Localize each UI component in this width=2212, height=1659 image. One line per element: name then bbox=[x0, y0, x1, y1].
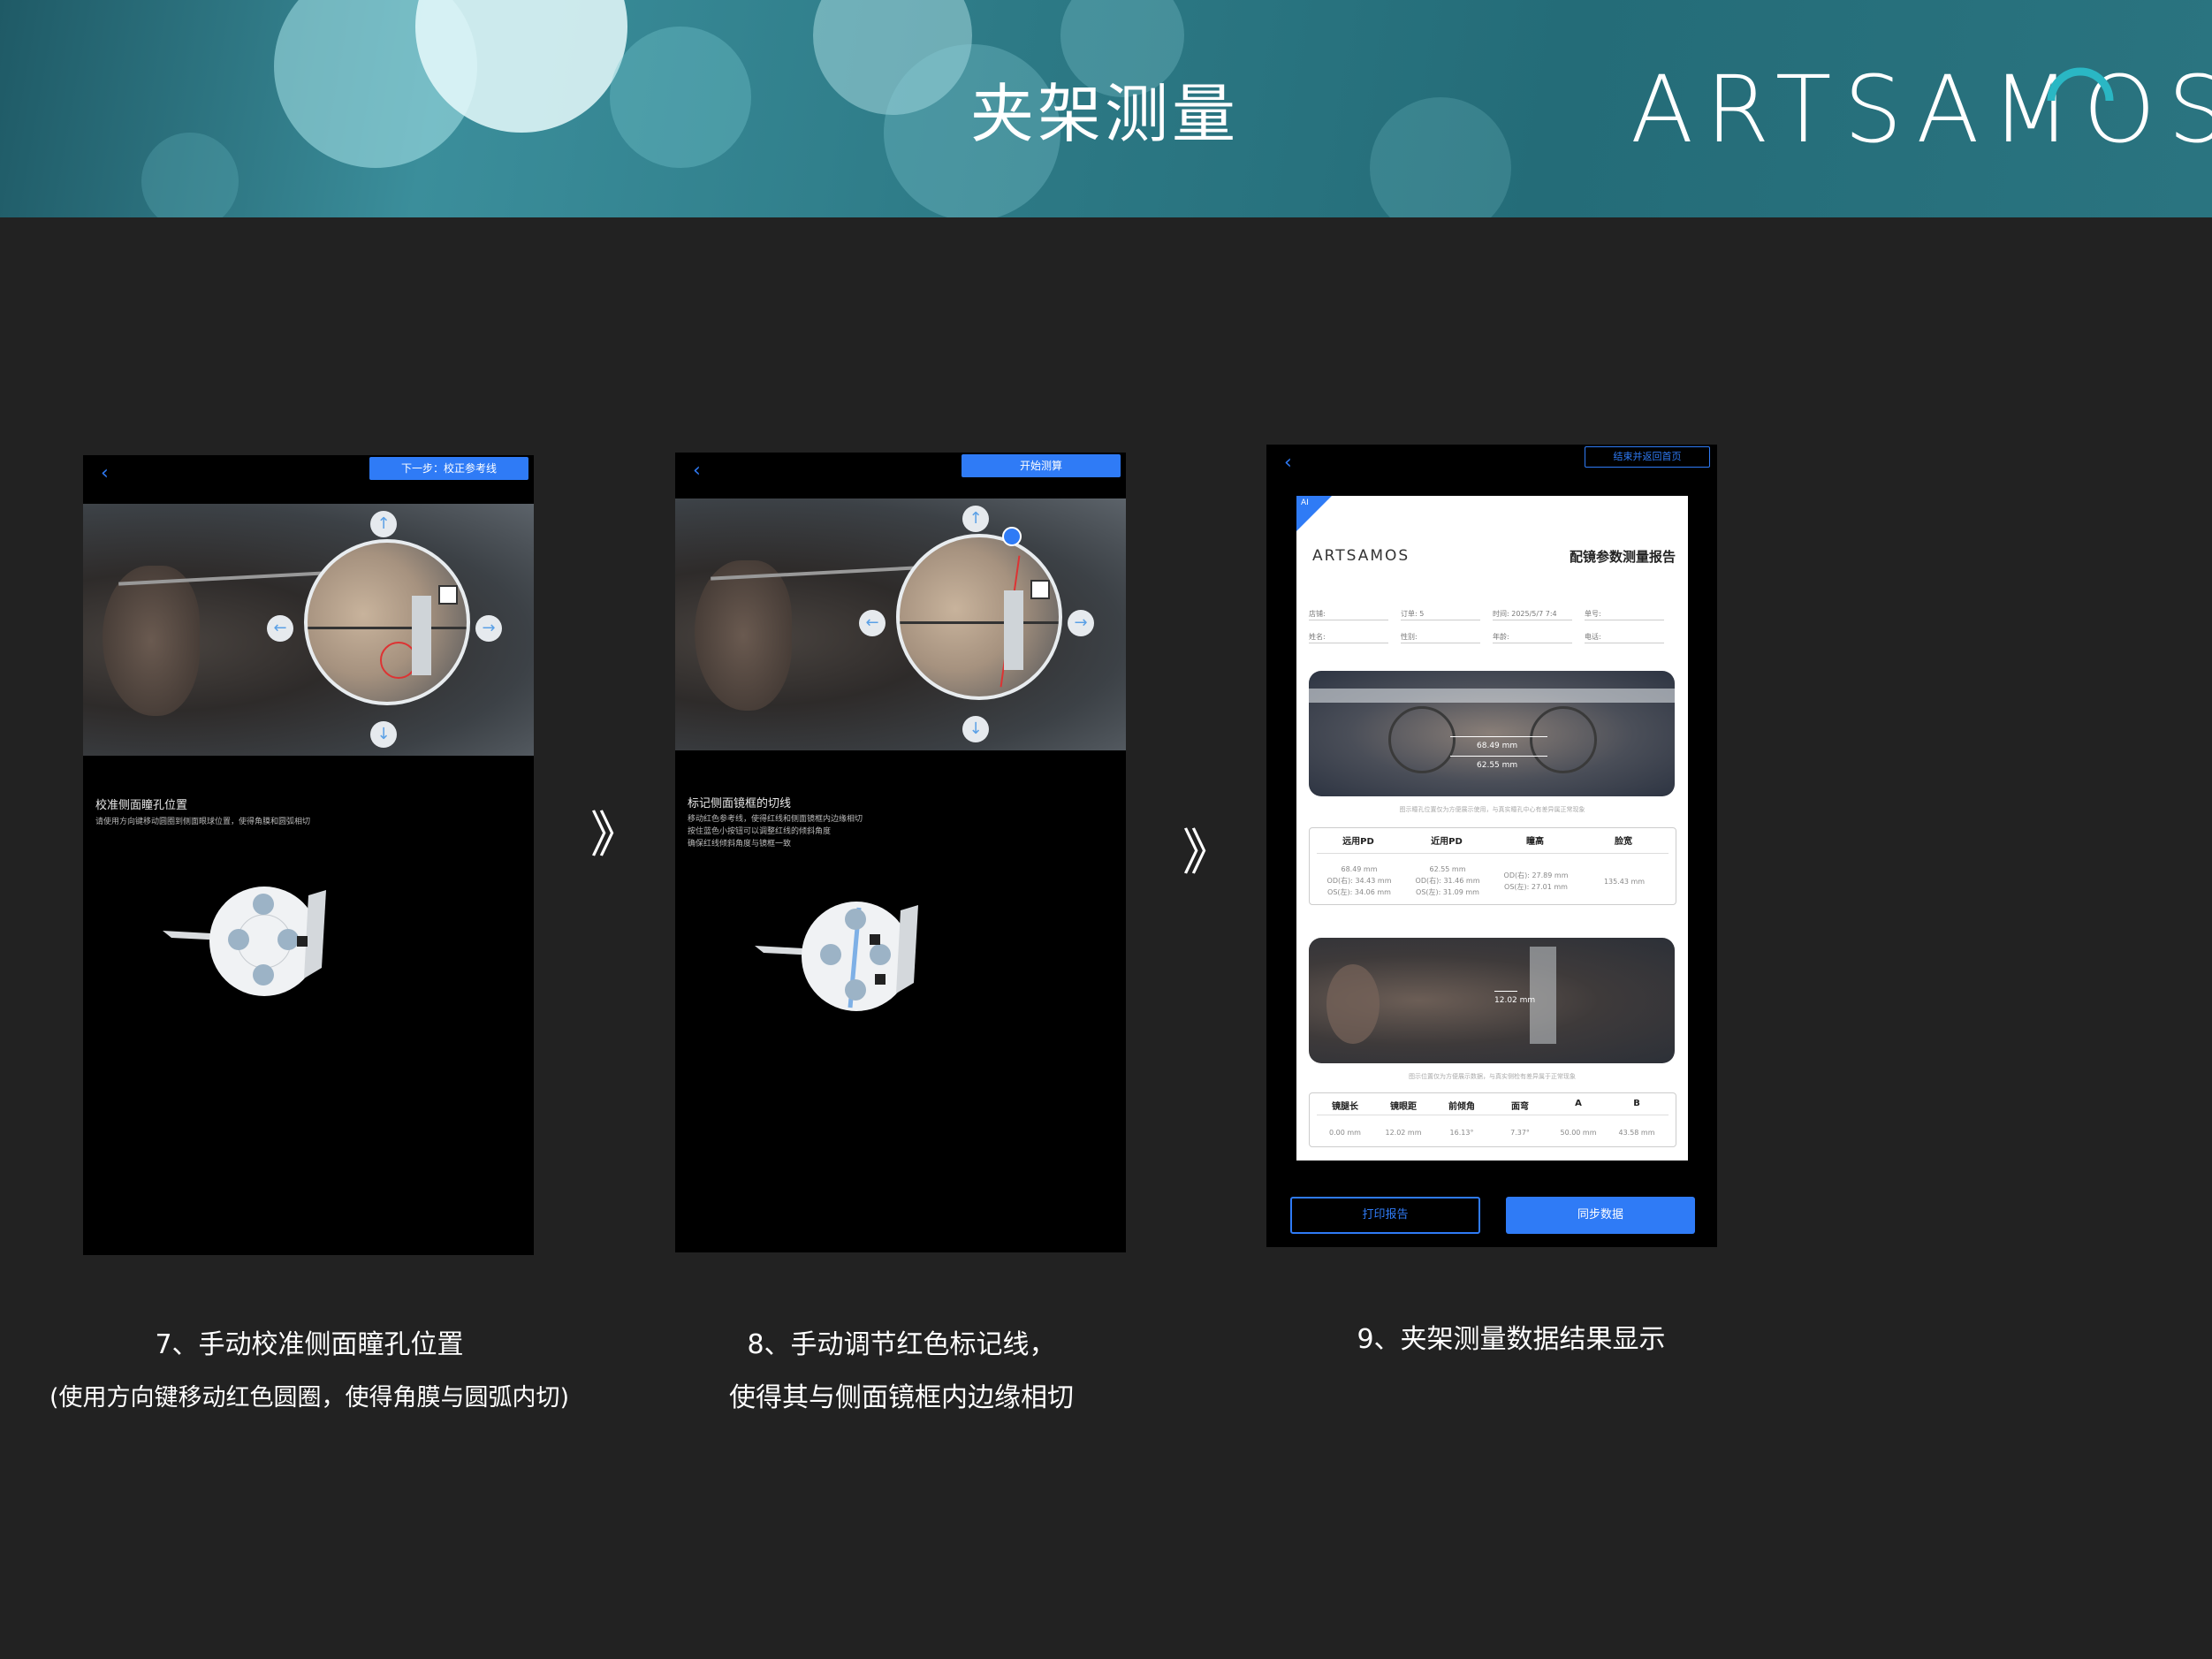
step7-caption: 7、手动校准侧面瞳孔位置 (使用方向键移动红色圆圈，使得角膜与圆弧内切) bbox=[35, 1319, 583, 1425]
start-calculate-button[interactable]: 开始测算 bbox=[962, 454, 1121, 477]
magnifier-loupe[interactable] bbox=[304, 539, 470, 705]
move-down-button[interactable]: ↓ bbox=[370, 721, 397, 748]
step9-caption: 9、夹架测量数据结果显示 bbox=[1357, 1324, 1666, 1355]
number-label: 单号: bbox=[1585, 610, 1601, 618]
step8-caption-line2: 使得其与侧面镜框内边缘相切 bbox=[729, 1382, 1074, 1413]
side-distance-label: 12.02 mm bbox=[1494, 996, 1536, 1005]
pupil-height-cell: OD(右): 27.89 mm OS(左): 27.01 mm bbox=[1503, 871, 1569, 891]
move-right-button[interactable]: → bbox=[1068, 610, 1094, 636]
step8-caption: 8、手动调节红色标记线， 使得其与侧面镜框内边缘相切 bbox=[619, 1319, 1184, 1425]
order-value: 5 bbox=[1419, 610, 1425, 618]
frame-value-b: 43.58 mm bbox=[1618, 1129, 1655, 1137]
age-label: 年龄: bbox=[1493, 633, 1509, 641]
side-tangent-diagram bbox=[755, 902, 918, 1011]
step9-screen: ‹ 结束并返回首页 AI ARTSAMOS 配镜参数测量报告 店铺: 订单: 5… bbox=[1266, 445, 1717, 1247]
side-calibration-diagram bbox=[163, 887, 326, 996]
far-pd-label: 68.49 mm bbox=[1477, 742, 1518, 750]
step8-title: 标记侧面镜框的切线 bbox=[688, 797, 792, 810]
step8-screen: ‹ 开始测算 ↑ ↓ ← → 标记侧面镜框的切线 移动红色参考线，使得红线和侧面… bbox=[675, 453, 1126, 1252]
frame-header-vertex: 镜眼距 bbox=[1390, 1102, 1417, 1112]
back-chevron-icon[interactable]: ‹ bbox=[101, 462, 109, 484]
pd-header-far: 远用PD bbox=[1342, 837, 1374, 847]
frame-value-a: 50.00 mm bbox=[1560, 1129, 1597, 1137]
frame-header-a: A bbox=[1575, 1099, 1582, 1108]
logo-accent-icon bbox=[2047, 67, 2114, 102]
step7-description: 请使用方向键移动圆圈到侧面眼球位置，使得角膜和圆弧相切 bbox=[95, 818, 311, 826]
side-face-photo: ↑ ↓ ← → bbox=[675, 498, 1126, 750]
artsamos-logo: ARTSAMOS bbox=[1630, 64, 2212, 156]
move-up-button[interactable]: ↑ bbox=[370, 511, 397, 537]
report-form-row2: 姓名: 性别: 年龄: 电话: bbox=[1309, 632, 1676, 646]
pd-header-height: 瞳高 bbox=[1526, 837, 1544, 847]
frame-value-temple: 0.00 mm bbox=[1329, 1129, 1361, 1137]
move-left-button[interactable]: ← bbox=[859, 610, 886, 636]
name-label: 姓名: bbox=[1309, 633, 1326, 641]
store-label: 店铺: bbox=[1309, 610, 1326, 618]
header-banner: 夹架测量 ARTSAMOS bbox=[0, 0, 2212, 217]
step7-title: 校准侧面瞳孔位置 bbox=[95, 799, 188, 812]
ai-badge-label: AI bbox=[1301, 498, 1309, 507]
time-label: 时间: bbox=[1493, 610, 1509, 618]
near-pd-label: 62.55 mm bbox=[1477, 761, 1518, 770]
frame-header-temple: 镜腿长 bbox=[1332, 1102, 1358, 1112]
frame-value-tilt: 16.13° bbox=[1449, 1129, 1474, 1137]
face-width-cell: 135.43 mm bbox=[1603, 878, 1646, 886]
next-calibrate-button[interactable]: 下一步：校正参考线 bbox=[369, 457, 528, 480]
print-report-button[interactable]: 打印报告 bbox=[1290, 1197, 1480, 1234]
back-chevron-icon[interactable]: ‹ bbox=[1284, 452, 1292, 474]
report-logo: ARTSAMOS bbox=[1312, 547, 1410, 565]
frame-header-b: B bbox=[1633, 1099, 1640, 1108]
step8-caption-line1: 8、手动调节红色标记线， bbox=[747, 1329, 1056, 1360]
frame-header-tilt: 前倾角 bbox=[1448, 1102, 1475, 1112]
move-left-button[interactable]: ← bbox=[267, 615, 293, 642]
measurement-report: AI ARTSAMOS 配镜参数测量报告 店铺: 订单: 5 时间: 2025/… bbox=[1296, 496, 1688, 1161]
double-chevron-right-icon: 》 bbox=[590, 807, 640, 864]
far-pd-cell: 68.49 mm OD(右): 34.43 mm OS(左): 34.06 mm bbox=[1326, 865, 1392, 896]
logo-text: ARTSAMOS bbox=[1630, 56, 2212, 164]
end-return-home-button[interactable]: 结束并返回首页 bbox=[1585, 446, 1710, 468]
side-face-photo: ↑ ↓ ← → bbox=[83, 504, 534, 756]
step8-desc-line3: 确保红线倾斜角度与镜框一致 bbox=[688, 840, 792, 849]
pd-header-face: 脸宽 bbox=[1615, 837, 1632, 847]
report-title: 配镜参数测量报告 bbox=[1569, 549, 1676, 565]
frame-value-wrap: 7.37° bbox=[1510, 1129, 1530, 1137]
step8-description: 移动红色参考线，使得红线和侧面镜框内边缘相切 按住蓝色小按钮可以调整红线的倾斜角… bbox=[688, 813, 863, 850]
frame-header-wrap: 面弯 bbox=[1511, 1102, 1529, 1112]
frame-value-vertex: 12.02 mm bbox=[1385, 1129, 1422, 1137]
tilt-handle-button[interactable] bbox=[1002, 527, 1022, 546]
step8-desc-line2: 按住蓝色小按钮可以调整红线的倾斜角度 bbox=[688, 827, 832, 836]
report-form-row1: 店铺: 订单: 5 时间: 2025/5/7 7:4 单号: bbox=[1309, 609, 1676, 623]
sync-data-button[interactable]: 同步数据 bbox=[1506, 1197, 1695, 1234]
gender-label: 性别: bbox=[1401, 633, 1418, 641]
front-face-image: 68.49 mm 62.55 mm bbox=[1309, 671, 1675, 796]
frame-params-table: 镜腿长 镜眼距 前倾角 面弯 A B 0.00 mm 12.02 mm 16.1… bbox=[1309, 1092, 1676, 1147]
pd-table: 远用PD 近用PD 瞳高 脸宽 68.49 mm OD(右): 34.43 mm… bbox=[1309, 827, 1676, 905]
step8-desc-line1: 移动红色参考线，使得红线和侧面镜框内边缘相切 bbox=[688, 815, 863, 824]
near-pd-cell: 62.55 mm OD(右): 31.46 mm OS(左): 31.09 mm bbox=[1415, 865, 1480, 896]
order-label: 订单: bbox=[1401, 610, 1418, 618]
move-down-button[interactable]: ↓ bbox=[962, 716, 989, 742]
magnifier-loupe[interactable] bbox=[896, 534, 1062, 700]
time-value: 2025/5/7 7:4 bbox=[1511, 610, 1557, 618]
pd-header-near: 近用PD bbox=[1431, 837, 1463, 847]
page-title: 夹架测量 bbox=[969, 77, 1239, 151]
back-chevron-icon[interactable]: ‹ bbox=[693, 460, 701, 482]
step7-caption-line1: 7、手动校准侧面瞳孔位置 bbox=[155, 1329, 464, 1360]
side-face-image: 12.02 mm bbox=[1309, 938, 1675, 1063]
double-chevron-right-icon: 》 bbox=[1182, 825, 1232, 882]
step7-caption-line2: (使用方向键移动红色圆圈，使得角膜与圆弧内切) bbox=[49, 1384, 570, 1412]
step7-screen: ‹ 下一步：校正参考线 ↑ ↓ ← → 校准侧面瞳孔位置 请使用方向键移动圆圈到… bbox=[83, 455, 534, 1255]
move-up-button[interactable]: ↑ bbox=[962, 506, 989, 532]
move-right-button[interactable]: → bbox=[475, 615, 502, 642]
front-image-note: 图示瞳孔位置仅为方便展示使用，与真实瞳孔中心有差异属正常现象 bbox=[1399, 806, 1585, 813]
phone-label: 电话: bbox=[1585, 633, 1601, 641]
side-image-note: 图示位置仅为方便展示数据，与真实侧检有差异属于正常现象 bbox=[1409, 1073, 1576, 1080]
